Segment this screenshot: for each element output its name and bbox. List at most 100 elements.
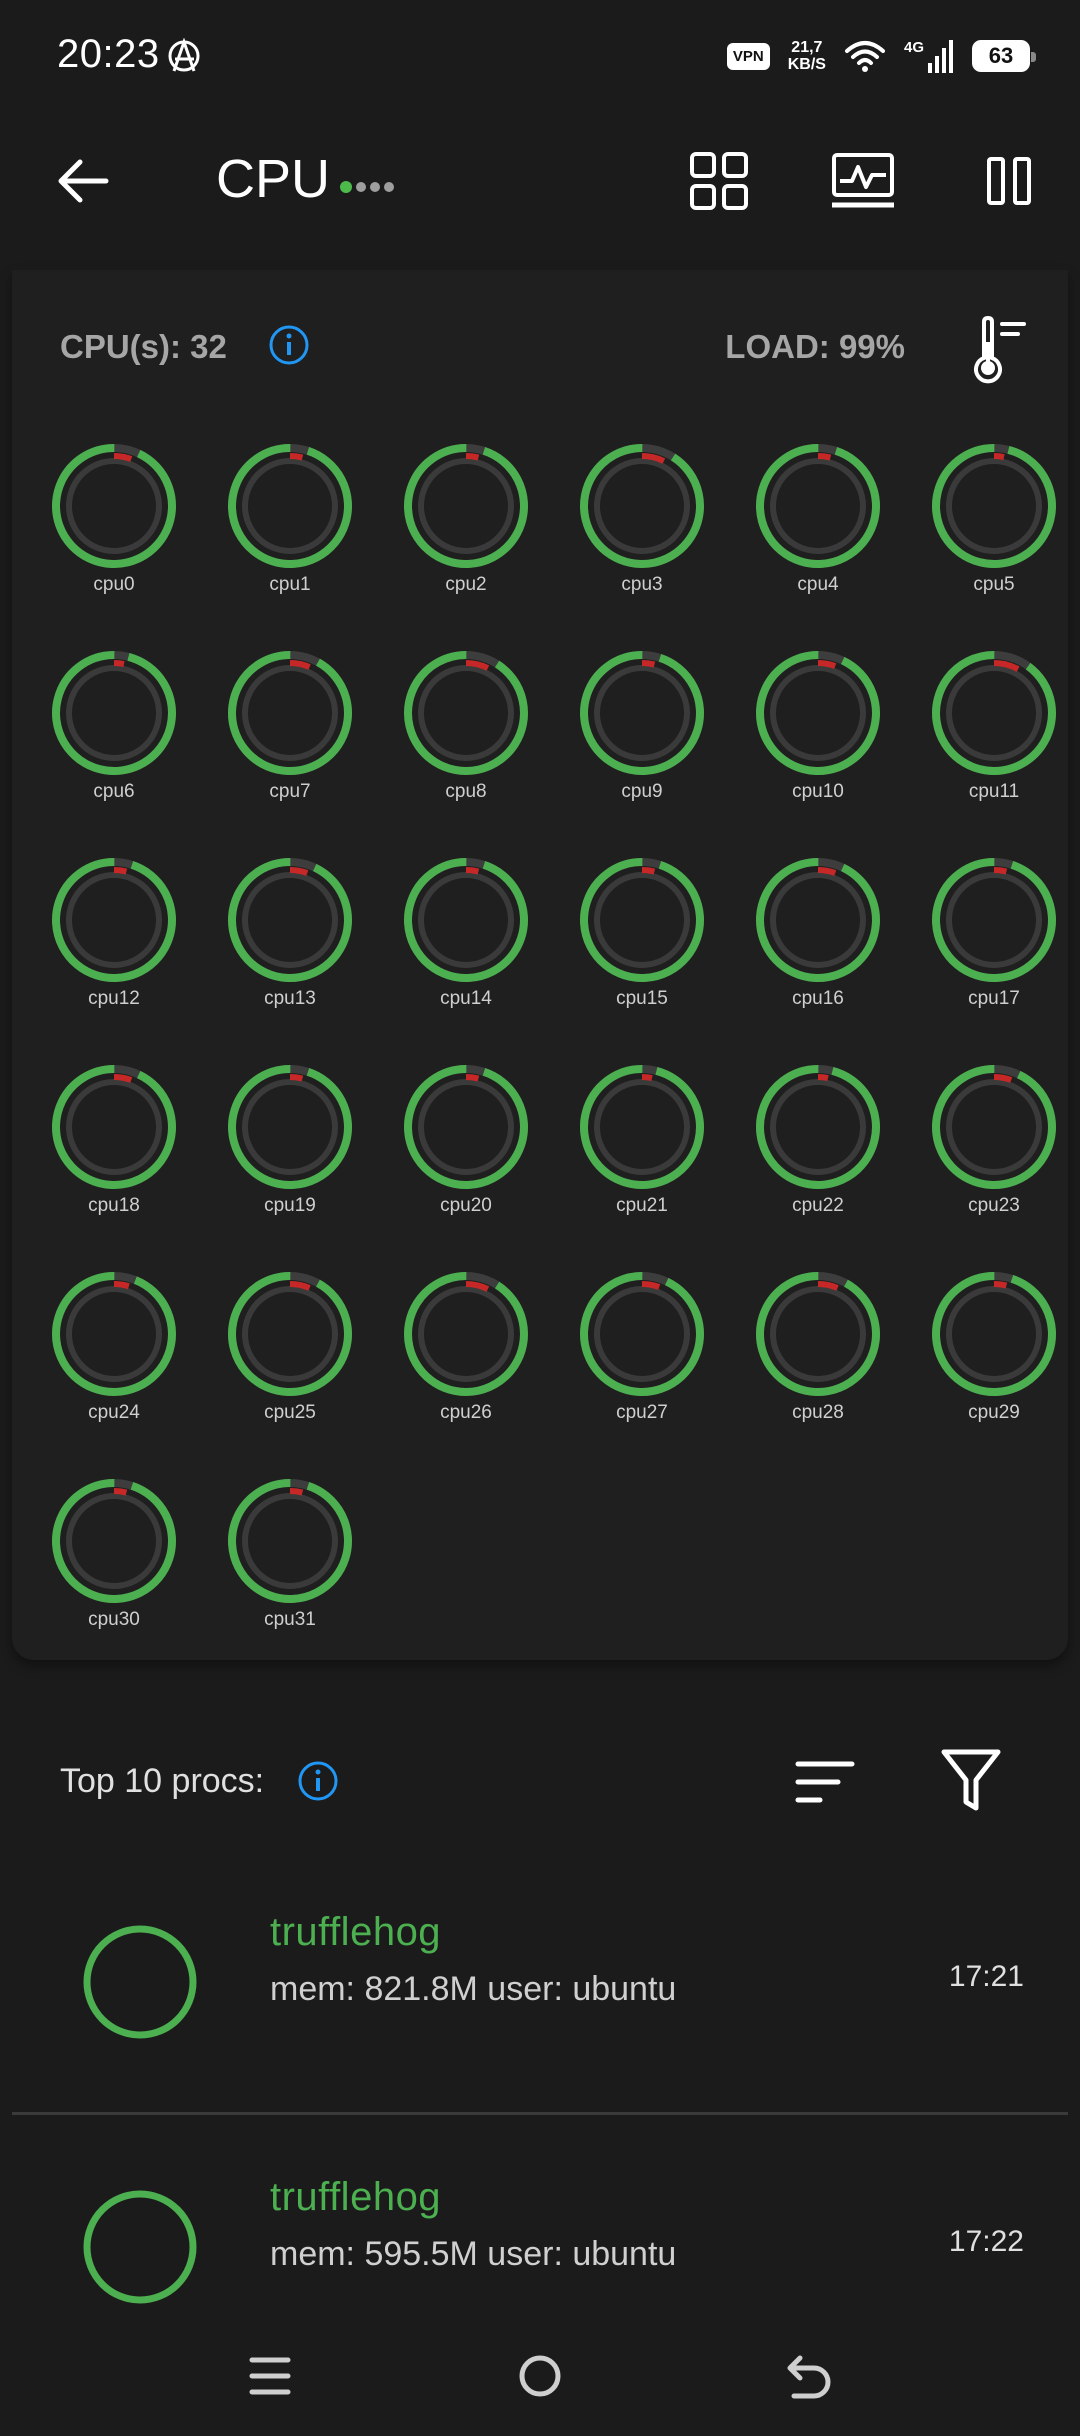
cpu-core-ring [932, 1065, 1056, 1189]
cpu-core-gauge: cpu12 [32, 854, 208, 1061]
cpu-core-gauge: cpu0 [32, 440, 208, 647]
cpu-core-label: cpu7 [269, 781, 311, 802]
cpu-core-gauge: cpu5 [912, 440, 1080, 647]
info-icon[interactable] [268, 324, 310, 366]
cpu-core-gauge: cpu19 [208, 1061, 384, 1268]
cpu-core-ring [932, 443, 1056, 568]
cpu-core-label: cpu29 [968, 1402, 1020, 1423]
page-title: CPU [216, 149, 331, 209]
cpu-core-gauge: cpu13 [208, 854, 384, 1061]
proc-list-item[interactable]: trufflehog mem: 821.8M user: ubuntu 17:2… [12, 1850, 1068, 2114]
menu-icon[interactable] [240, 2346, 300, 2406]
cpu-core-gauge: cpu21 [560, 1061, 736, 1268]
monitor-chart-icon [832, 153, 894, 208]
cpu-core-gauge: cpu16 [736, 854, 912, 1061]
cpu-core-marker [993, 867, 1008, 875]
cpu-core-inner-ring [594, 665, 690, 761]
cpu-core-label: cpu0 [93, 574, 135, 595]
cpu-core-gauge: cpu1 [208, 440, 384, 647]
cpu-core-ring [756, 858, 880, 983]
procs-header: Top 10 procs: [0, 1690, 1080, 1870]
cpu-core-ring [404, 858, 528, 982]
system-nav-bar [0, 2316, 1080, 2436]
cpu-core-ring [756, 1272, 880, 1396]
cpu-core-label: cpu26 [440, 1402, 492, 1423]
cpu-core-inner-ring [770, 1079, 866, 1175]
filter-icon[interactable] [940, 1746, 1002, 1816]
cpu-core-inner-ring [418, 665, 514, 761]
cpu-core-gauge: cpu6 [32, 647, 208, 854]
columns-button[interactable] [974, 146, 1044, 216]
cpu-core-label: cpu10 [792, 781, 844, 802]
cpu-core-gauge: cpu26 [384, 1268, 560, 1475]
back-arrow-icon[interactable] [50, 148, 116, 214]
cpu-core-ring [756, 1065, 880, 1189]
cpu-core-label: cpu22 [792, 1195, 844, 1216]
cpu-core-label: cpu5 [973, 574, 1015, 595]
cpu-core-gauge: cpu20 [384, 1061, 560, 1268]
network-speed: 21,7 KB/S [788, 39, 826, 73]
wifi-icon [844, 41, 885, 72]
cpu-core-ring [51, 1272, 176, 1396]
cpu-core-marker [993, 1074, 1013, 1083]
cpu-core-label: cpu8 [445, 781, 487, 802]
cpu-core-gauge: cpu17 [912, 854, 1080, 1061]
cpu-core-marker [465, 453, 480, 461]
cpu-core-ring [228, 1479, 352, 1603]
cpu-core-marker [993, 1281, 1008, 1289]
speed-unit: KB/S [787, 56, 826, 73]
status-time: 20:23 [57, 32, 160, 76]
cpu-core-marker [465, 1074, 480, 1082]
cpu-core-marker [113, 1281, 130, 1290]
cpu-core-label: cpu15 [616, 988, 668, 1009]
cpu-core-marker [993, 453, 1005, 460]
cpu-core-gauge: cpu30 [32, 1475, 208, 1682]
cpu-count-label: CPU(s): 32 [60, 328, 227, 365]
proc-time: 17:21 [948, 1960, 1024, 1993]
cpu-core-inner-ring [242, 872, 338, 968]
cpu-core-label: cpu11 [968, 781, 1020, 802]
cpu-core-marker [113, 453, 133, 462]
proc-time: 17:22 [948, 2225, 1024, 2258]
cpu-core-marker [817, 453, 832, 461]
cpu-core-inner-ring [66, 872, 162, 968]
cpu-core-inner-ring [242, 1079, 338, 1175]
cpu-core-gauge: cpu29 [912, 1268, 1080, 1475]
cpu-core-marker [465, 867, 480, 875]
cpu-core-marker [113, 867, 128, 875]
home-icon[interactable] [510, 2346, 570, 2406]
cpu-core-gauge: cpu4 [736, 440, 912, 647]
monitor-chart-button[interactable] [828, 146, 898, 216]
cpu-core-marker [289, 1488, 304, 1496]
cpu-core-inner-ring [418, 458, 514, 554]
vpn-badge: VPN [726, 42, 770, 70]
cpu-core-inner-ring [946, 1079, 1042, 1175]
cpu-core-marker [289, 1074, 304, 1082]
cpu-core-ring [580, 858, 704, 982]
app-bar: CPU [0, 120, 1080, 240]
cpu-core-marker [113, 1074, 133, 1083]
thermometer-icon[interactable] [962, 314, 1032, 384]
cpu-core-inner-ring [418, 1286, 514, 1382]
procs-info-icon[interactable] [297, 1760, 339, 1802]
grid-view-button[interactable] [684, 146, 754, 216]
cpu-core-gauge: cpu23 [912, 1061, 1080, 1268]
cpu-core-ring [932, 1272, 1056, 1396]
cpu-core-label: cpu1 [269, 574, 311, 595]
cpu-core-inner-ring [594, 872, 690, 968]
back-icon[interactable] [780, 2346, 840, 2406]
grid-view-icon [690, 152, 748, 210]
cpu-core-gauge: cpu11 [912, 647, 1080, 854]
status-icons: VPN 21,7 KB/S 4G 63 [726, 34, 1036, 78]
cpu-core-ring [404, 1065, 528, 1189]
sort-icon[interactable] [790, 1752, 860, 1812]
cpu-core-marker [289, 867, 309, 876]
cpu-core-label: cpu13 [264, 988, 316, 1009]
cpu-core-gauge: cpu2 [384, 440, 560, 647]
cpu-core-label: cpu12 [88, 988, 140, 1009]
cpu-core-marker [113, 660, 125, 667]
cpu-core-marker [641, 1074, 653, 1081]
cpu-core-ring [404, 651, 528, 775]
cpu-core-label: cpu9 [621, 781, 663, 802]
proc-detail: mem: 821.8M user: ubuntu [270, 1970, 677, 2008]
